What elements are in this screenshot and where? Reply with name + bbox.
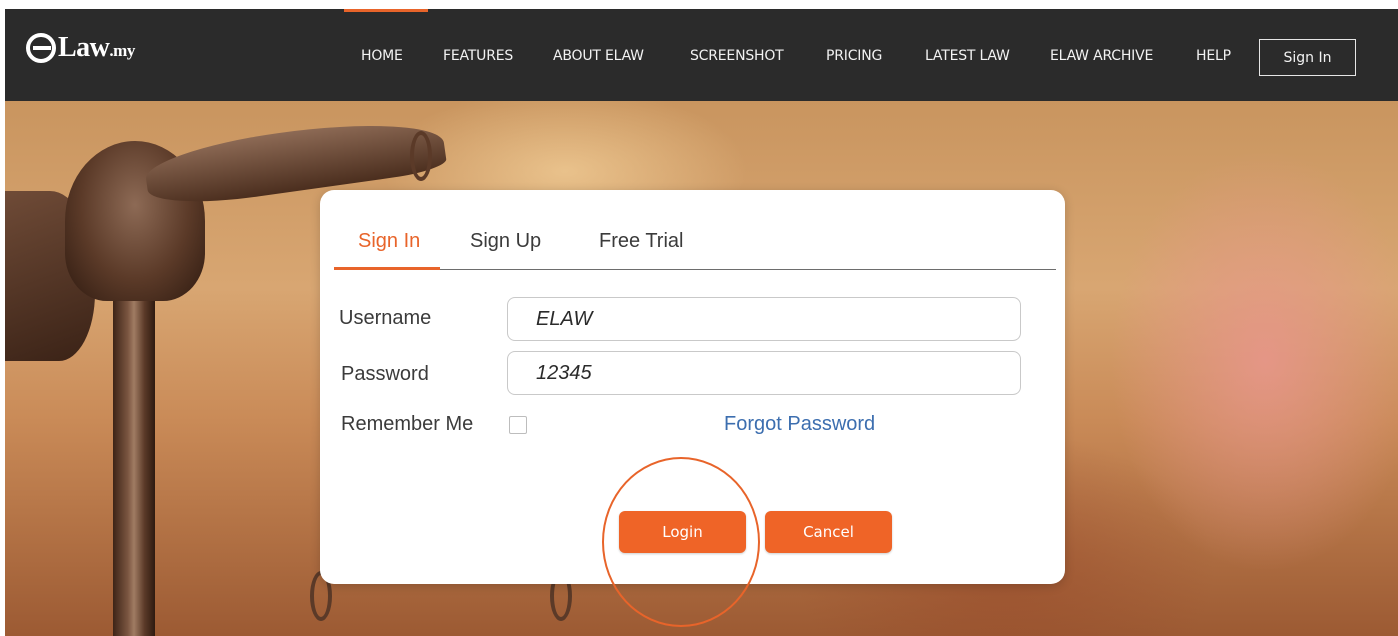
nav-item-elaw-archive[interactable]: ELAW ARCHIVE <box>1050 48 1153 64</box>
page: Law.my HOME FEATURES ABOUT ELAW SCREENSH… <box>0 0 1398 636</box>
login-dialog: Sign In Sign Up Free Trial Username Pass… <box>320 190 1065 584</box>
nav-item-help[interactable]: HELP <box>1196 48 1231 64</box>
tab-free-trial[interactable]: Free Trial <box>599 230 683 253</box>
tab-sign-in[interactable]: Sign In <box>358 230 420 253</box>
nav-signin-button[interactable]: Sign In <box>1259 39 1356 76</box>
tab-sign-up[interactable]: Sign Up <box>470 230 541 253</box>
nav-item-pricing[interactable]: PRICING <box>826 48 882 64</box>
active-tab-underline <box>334 267 440 270</box>
nav-item-screenshot[interactable]: SCREENSHOT <box>690 48 784 64</box>
password-input[interactable] <box>507 351 1021 395</box>
username-label: Username <box>339 307 432 329</box>
password-label: Password <box>341 363 429 385</box>
username-input[interactable] <box>507 297 1021 341</box>
nav-item-home[interactable]: HOME <box>361 48 403 64</box>
nav-item-about-elaw[interactable]: ABOUT ELAW <box>553 48 644 64</box>
scale-ring <box>410 131 432 181</box>
nav-active-indicator <box>344 9 428 12</box>
nav-item-latest-law[interactable]: LATEST LAW <box>925 48 1010 64</box>
remember-me-checkbox[interactable] <box>509 416 527 434</box>
forgot-password-link[interactable]: Forgot Password <box>724 413 875 436</box>
cancel-button[interactable]: Cancel <box>765 511 892 553</box>
nav-item-features[interactable]: FEATURES <box>443 48 513 64</box>
login-tabs: Sign In Sign Up Free Trial <box>334 230 1056 270</box>
login-button[interactable]: Login <box>619 511 746 553</box>
nav-menu: HOME FEATURES ABOUT ELAW SCREENSHOT PRIC… <box>0 48 1398 68</box>
remember-me-label: Remember Me <box>341 413 474 435</box>
